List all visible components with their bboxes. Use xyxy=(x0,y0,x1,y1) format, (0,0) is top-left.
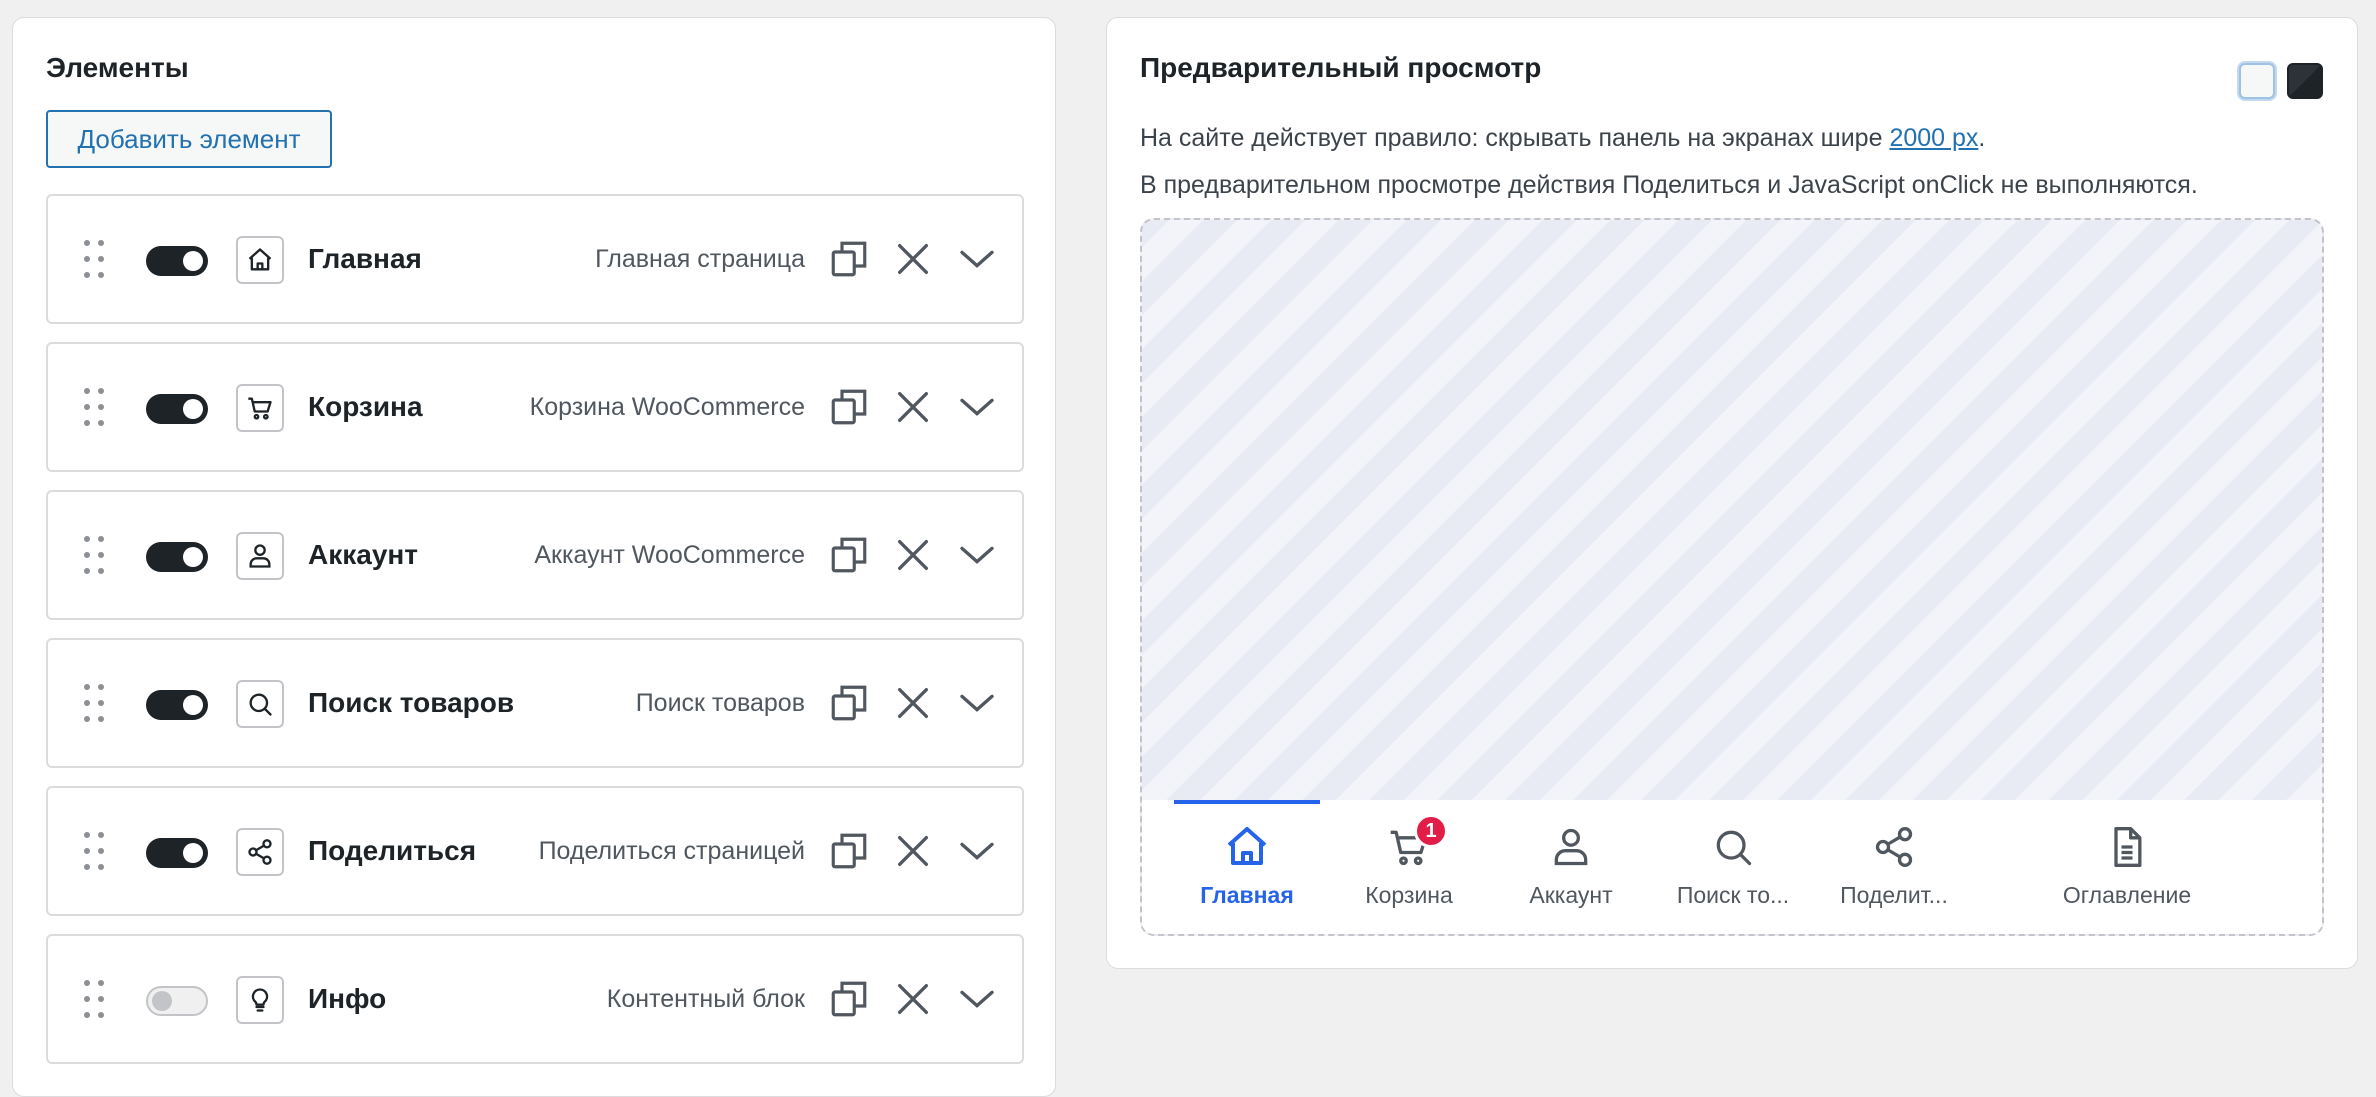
element-type: Аккаунт WooCommerce xyxy=(534,541,805,569)
element-label: Корзина xyxy=(308,391,423,422)
element-label: Поиск товаров xyxy=(308,687,515,718)
chevron-down-icon[interactable] xyxy=(954,680,1000,726)
element-row-search: Поиск товаров Поиск товаров xyxy=(46,638,1024,768)
width-rule-notice: На сайте действует правило: скрывать пан… xyxy=(1140,124,1985,153)
drag-handle-icon[interactable] xyxy=(84,832,108,872)
delete-icon[interactable] xyxy=(890,532,936,578)
element-type: Главная страница xyxy=(595,245,805,273)
preview-tab-search[interactable]: Поиск то... xyxy=(1653,822,1813,922)
notice-text: На сайте действует правило: скрывать пан… xyxy=(1140,124,1890,152)
search-icon[interactable] xyxy=(236,680,284,728)
delete-icon[interactable] xyxy=(890,384,936,430)
bottom-tab-bar: Главная 1 Корзина Аккаунт Поиск то... По… xyxy=(1142,800,2322,934)
enable-toggle[interactable] xyxy=(146,690,208,720)
drag-handle-icon[interactable] xyxy=(84,980,108,1020)
enable-toggle[interactable] xyxy=(146,986,208,1016)
user-icon xyxy=(1546,822,1596,872)
preview-tab-cart[interactable]: 1 Корзина xyxy=(1329,814,1489,922)
preview-panel: Предварительный просмотр На сайте действ… xyxy=(1106,17,2358,969)
element-row-share: Поделиться Поделиться страницей xyxy=(46,786,1024,916)
tab-label: Поделит... xyxy=(1840,882,1948,908)
delete-icon[interactable] xyxy=(890,680,936,726)
element-type: Поделиться страницей xyxy=(538,837,805,865)
breakpoint-link[interactable]: 2000 px xyxy=(1889,124,1978,152)
drag-handle-icon[interactable] xyxy=(84,536,108,576)
home-icon xyxy=(1222,822,1272,872)
duplicate-icon[interactable] xyxy=(826,384,872,430)
preview-canvas: Главная 1 Корзина Аккаунт Поиск то... По… xyxy=(1140,218,2324,936)
element-label: Аккаунт xyxy=(308,539,419,570)
enable-toggle[interactable] xyxy=(146,542,208,572)
notice-suffix: . xyxy=(1978,124,1986,152)
delete-icon[interactable] xyxy=(890,976,936,1022)
drag-handle-icon[interactable] xyxy=(84,684,108,724)
preview-tab-share[interactable]: Поделит... xyxy=(1814,822,1974,922)
element-type: Поиск товаров xyxy=(635,689,805,717)
share-icon xyxy=(1869,822,1919,872)
element-label: Главная xyxy=(308,243,422,274)
element-row-account: Аккаунт Аккаунт WooCommerce xyxy=(46,490,1024,620)
cart-count-badge: 1 xyxy=(1414,814,1448,848)
light-theme-swatch[interactable] xyxy=(2239,63,2275,99)
cart-icon[interactable] xyxy=(236,384,284,432)
share-icon[interactable] xyxy=(236,828,284,876)
duplicate-icon[interactable] xyxy=(826,828,872,874)
chevron-down-icon[interactable] xyxy=(954,236,1000,282)
element-label: Инфо xyxy=(308,983,387,1014)
tab-label: Оглавление xyxy=(2062,882,2192,908)
active-tab-indicator xyxy=(1174,800,1320,804)
element-row-cart: Корзина Корзина WooCommerce xyxy=(46,342,1024,472)
chevron-down-icon[interactable] xyxy=(954,976,1000,1022)
delete-icon[interactable] xyxy=(890,236,936,282)
elements-panel-title: Элементы xyxy=(46,52,189,83)
dark-theme-swatch[interactable] xyxy=(2287,63,2323,99)
lightbulb-icon[interactable] xyxy=(236,976,284,1024)
chevron-down-icon[interactable] xyxy=(954,532,1000,578)
preview-tab-home[interactable]: Главная xyxy=(1167,822,1327,922)
enable-toggle[interactable] xyxy=(146,246,208,276)
preview-limitations-notice: В предварительном просмотре действия Под… xyxy=(1140,171,2198,199)
element-type: Контентный блок xyxy=(606,985,805,1013)
element-row-home: Главная Главная страница xyxy=(46,194,1024,324)
add-element-button[interactable]: Добавить элемент xyxy=(46,110,332,168)
tab-label: Поиск то... xyxy=(1676,882,1790,908)
drag-handle-icon[interactable] xyxy=(84,388,108,428)
enable-toggle[interactable] xyxy=(146,838,208,868)
enable-toggle[interactable] xyxy=(146,394,208,424)
chevron-down-icon[interactable] xyxy=(954,384,1000,430)
chevron-down-icon[interactable] xyxy=(954,828,1000,874)
duplicate-icon[interactable] xyxy=(826,236,872,282)
drag-handle-icon[interactable] xyxy=(84,240,108,280)
user-icon[interactable] xyxy=(236,532,284,580)
elements-panel: Элементы Добавить элемент Главная Главна… xyxy=(12,17,1056,1097)
duplicate-icon[interactable] xyxy=(826,976,872,1022)
tab-label: Корзина xyxy=(1365,882,1453,908)
duplicate-icon[interactable] xyxy=(826,680,872,726)
document-icon xyxy=(2102,822,2152,872)
search-icon xyxy=(1708,822,1758,872)
home-icon[interactable] xyxy=(236,236,284,284)
element-type: Корзина WooCommerce xyxy=(529,393,805,421)
duplicate-icon[interactable] xyxy=(826,532,872,578)
preview-panel-title: Предварительный просмотр xyxy=(1140,52,1542,83)
element-row-info: Инфо Контентный блок xyxy=(46,934,1024,1064)
preview-tab-contents[interactable]: Оглавление xyxy=(2047,822,2207,922)
tab-label: Главная xyxy=(1200,882,1294,908)
element-label: Поделиться xyxy=(308,835,477,866)
preview-tab-account[interactable]: Аккаунт xyxy=(1491,822,1651,922)
delete-icon[interactable] xyxy=(890,828,936,874)
cart-icon: 1 xyxy=(1384,814,1448,872)
tab-label: Аккаунт xyxy=(1529,882,1613,908)
